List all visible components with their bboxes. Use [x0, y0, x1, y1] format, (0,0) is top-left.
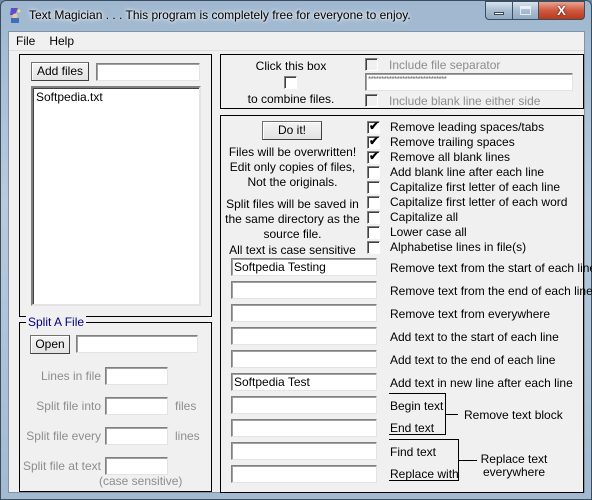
remove-block-label: Remove text block [464, 408, 563, 422]
split-panel: Split A File Open Lines in file Split fi… [19, 315, 212, 492]
split-every-input[interactable] [105, 427, 168, 445]
text-op-input[interactable] [231, 281, 377, 299]
split-every-unit: lines [175, 429, 200, 443]
file-list[interactable]: Softpedia.txt [31, 86, 201, 306]
begin-text-input[interactable] [231, 396, 377, 414]
minimize-icon [494, 12, 504, 15]
replace-bracket [389, 439, 459, 481]
combine-panel: Click this box to combine files. Include… [220, 54, 584, 109]
text-op-label: Add text to the end of each line [390, 353, 556, 367]
text-op-input[interactable] [231, 350, 377, 368]
include-blank-label: Include blank line either side [389, 94, 541, 108]
app-window: Text Magician . . . This program is comp… [0, 0, 592, 500]
split-into-unit: files [175, 399, 197, 413]
end-text-input[interactable] [231, 419, 377, 437]
open-button[interactable]: Open [30, 335, 70, 354]
split-every-label: Split file every [26, 429, 101, 443]
file-list-item[interactable]: Softpedia.txt [33, 88, 199, 106]
menu-bar: File Help [9, 32, 584, 51]
client-area: File Help Add files Softpedia.txt Split … [8, 31, 592, 493]
split-at-text-input[interactable] [105, 457, 168, 475]
minimize-button[interactable] [485, 1, 513, 20]
checkmark-icon: ✔ [369, 119, 380, 133]
text-op-input[interactable]: Softpedia Test [231, 373, 377, 391]
option-checkbox[interactable]: ✔ [367, 119, 380, 134]
option-checkbox[interactable]: ✔ [367, 149, 380, 164]
include-blank-checkbox[interactable] [365, 94, 378, 107]
warning-line-2: Edit only copies of files, [229, 160, 356, 174]
lines-in-file-input[interactable] [105, 367, 168, 385]
include-separator-checkbox[interactable] [365, 58, 378, 71]
text-op-input[interactable] [231, 304, 377, 322]
text-op-label: Add text to the start of each line [390, 330, 559, 344]
wizard-icon [10, 8, 21, 23]
option-label: Remove leading spaces/tabs [390, 120, 545, 134]
checkmark-icon: ✔ [369, 134, 380, 148]
add-files-button[interactable]: Add files [31, 62, 89, 81]
maximize-button[interactable] [513, 1, 539, 20]
replace-group-label-2: everywhere [482, 465, 546, 479]
split-note-line-3: source file. [263, 227, 322, 241]
option-label: Capitalize all [390, 210, 459, 224]
replace-connector [459, 460, 477, 461]
option-checkbox[interactable] [367, 181, 380, 194]
warning-line-3: Not the originals. [247, 175, 338, 189]
case-sensitive-note: (case sensitive) [99, 474, 183, 488]
option-checkbox[interactable]: ✔ [367, 134, 380, 149]
split-note-line-2: the same directory as the [225, 212, 360, 226]
title-bar[interactable]: Text Magician . . . This program is comp… [1, 1, 591, 31]
text-op-label: Add text in new line after each line [390, 376, 573, 390]
menu-file[interactable]: File [9, 32, 42, 50]
option-checkbox[interactable] [367, 166, 380, 179]
text-op-input[interactable] [231, 327, 377, 345]
option-label: Capitalize first letter of each word [390, 195, 568, 209]
option-checkbox[interactable] [367, 226, 380, 239]
text-op-label: Remove text from the end of each line [390, 284, 592, 298]
do-it-button[interactable]: Do it! [262, 121, 322, 140]
text-op-label: Remove text from everywhere [390, 307, 551, 321]
include-separator-label: Include file separator [389, 58, 501, 72]
option-label: Capitalize first letter of each line [390, 180, 561, 194]
add-files-input[interactable] [96, 63, 200, 81]
main-panel: Do it! Files will be overwritten! Edit o… [220, 115, 592, 493]
remove-block-connector [446, 414, 458, 415]
option-label: Alphabetise lines in file(s) [390, 240, 527, 254]
split-into-label: Split file into [36, 399, 101, 413]
option-checkbox[interactable] [367, 211, 380, 224]
combine-text: to combine files. [247, 92, 335, 106]
warning-line-1: Files will be overwritten! [228, 145, 357, 159]
text-op-input[interactable]: Softpedia Testing [231, 258, 377, 276]
option-label: Add blank line after each line [390, 165, 545, 179]
combine-files-checkbox[interactable] [284, 76, 297, 89]
case-note: All text is case sensitive [229, 243, 356, 257]
menu-help[interactable]: Help [42, 32, 81, 50]
window-title: Text Magician . . . This program is comp… [29, 8, 411, 22]
files-panel: Add files Softpedia.txt [19, 54, 212, 317]
option-checkbox[interactable] [367, 196, 380, 209]
close-button[interactable]: X [539, 1, 585, 20]
option-label: Remove all blank lines [390, 150, 511, 164]
replace-group-label-1: Replace text [480, 452, 548, 466]
separator-input[interactable]: ****************************** [365, 73, 573, 91]
maximize-icon [520, 6, 531, 15]
checkmark-icon: ✔ [369, 149, 380, 163]
split-into-input[interactable] [105, 397, 168, 415]
option-label: Lower case all [390, 225, 467, 239]
click-box-text: Click this box [255, 59, 327, 73]
split-at-text-label: Split file at text [22, 459, 101, 473]
lines-in-file-label: Lines in file [40, 369, 101, 383]
close-icon: X [557, 3, 566, 18]
open-file-input[interactable] [76, 335, 198, 353]
replace-with-input[interactable] [231, 465, 377, 483]
option-checkbox[interactable] [367, 241, 380, 254]
text-op-label: Remove text from the start of each line [390, 261, 592, 275]
split-panel-legend: Split A File [26, 315, 87, 329]
remove-block-bracket [389, 393, 446, 435]
find-text-input[interactable] [231, 442, 377, 460]
option-label: Remove trailing spaces [390, 135, 515, 149]
split-note-line-1: Split files will be saved in [226, 197, 359, 211]
